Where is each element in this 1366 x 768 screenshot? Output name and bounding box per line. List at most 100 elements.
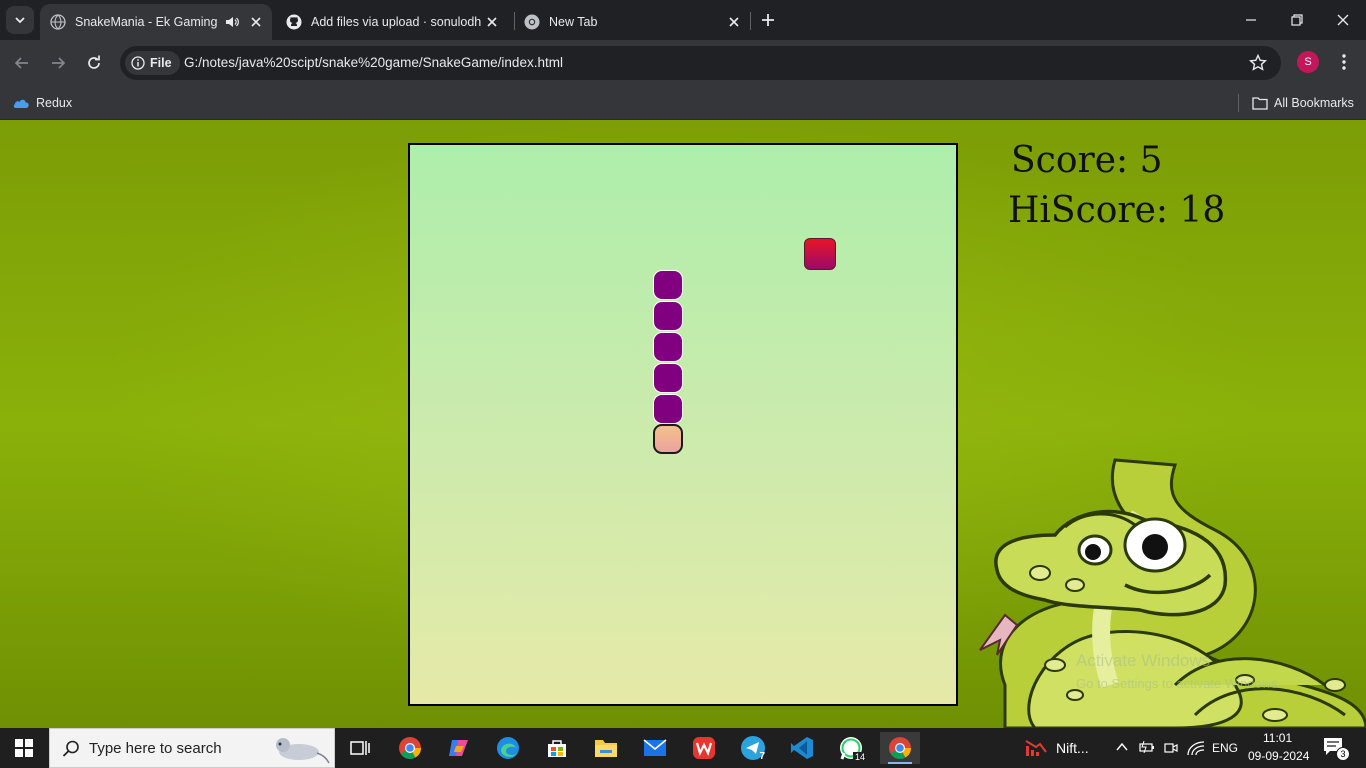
snake-body-segment [653, 270, 683, 300]
tab-search-button[interactable] [6, 6, 34, 34]
restore-button[interactable] [1274, 0, 1320, 40]
restore-icon [1291, 14, 1303, 26]
taskbar-mail[interactable] [635, 732, 675, 764]
github-icon [286, 14, 302, 30]
profile-initial: S [1304, 56, 1312, 68]
taskbar-search-box[interactable]: Type here to search [49, 728, 335, 768]
chrome-icon [399, 737, 421, 759]
stock-label: Nift... [1056, 740, 1089, 756]
show-hidden-icons-icon[interactable] [1116, 742, 1128, 752]
info-icon [131, 56, 145, 70]
bookmark-star-icon[interactable] [1249, 54, 1267, 72]
wps-office-icon [693, 737, 715, 759]
address-bar[interactable]: File G:/notes/java%20scipt/snake%20game/… [120, 46, 1281, 80]
tab-new-tab[interactable]: New Tab [514, 4, 750, 40]
new-tab-button[interactable] [757, 9, 779, 31]
site-chip-label: File [150, 56, 172, 70]
reload-button[interactable] [80, 49, 108, 77]
arrow-right-icon [52, 57, 66, 69]
taskbar-chrome-active[interactable] [880, 732, 920, 764]
score-display: Score: 5 [1011, 140, 1163, 181]
snake-food [804, 238, 836, 270]
arrow-left-icon [14, 57, 28, 69]
all-bookmarks-label: All Bookmarks [1274, 96, 1354, 110]
tab-title: Add files via upload · sonulodhi [311, 15, 482, 29]
activate-windows-subtitle: Go to Settings to activate Windows. [1076, 676, 1282, 691]
clock-time[interactable]: 11:01 [1263, 731, 1292, 745]
taskbar-edge[interactable] [488, 732, 528, 764]
site-info-chip[interactable]: File [125, 51, 180, 75]
close-window-button[interactable] [1320, 0, 1366, 40]
chevron-down-icon [15, 17, 25, 24]
language-indicator[interactable]: ENG [1212, 741, 1238, 755]
taskbar-copilot[interactable] [439, 732, 479, 764]
taskbar-wps-office[interactable] [684, 732, 724, 764]
bookmark-redux[interactable]: Redux [12, 92, 72, 114]
back-button[interactable] [8, 49, 36, 77]
notification-center-button[interactable]: 3 [1322, 736, 1350, 763]
taskbar-chrome[interactable] [390, 732, 430, 764]
bookmarks-bar: Redux All Bookmarks [0, 86, 1366, 120]
plus-icon [762, 14, 774, 26]
browser-menu-button[interactable] [1334, 51, 1354, 73]
clock-date[interactable]: 09-09-2024 [1248, 749, 1309, 763]
tab-github-upload[interactable]: Add files via upload · sonulodhi [276, 4, 508, 40]
task-view-icon [350, 741, 370, 755]
tab-snakemania[interactable]: SnakeMania - Ek Gaming Ka [40, 4, 272, 40]
forward-button[interactable] [44, 49, 72, 77]
bookmark-label: Redux [36, 96, 73, 110]
meet-now-icon[interactable] [1164, 740, 1178, 756]
close-icon [1337, 14, 1349, 26]
wifi-icon[interactable] [1187, 740, 1205, 756]
bookmarks-separator [1238, 94, 1239, 112]
search-placeholder: Type here to search [89, 740, 222, 757]
copilot-icon [449, 740, 468, 756]
mail-icon [643, 739, 667, 756]
task-view-button[interactable] [340, 732, 380, 764]
snake-body-segment [653, 301, 683, 331]
windows-logo-icon [15, 739, 33, 757]
tab-separator [750, 12, 751, 30]
taskbar-vscode[interactable] [782, 732, 822, 764]
taskbar-telegram[interactable]: 7 [733, 732, 773, 764]
stock-down-icon [1025, 740, 1047, 756]
profile-avatar[interactable]: S [1297, 51, 1319, 73]
folder-icon [595, 740, 617, 757]
game-page: Score: 5 HiScore: 18 Activate Windows Go… [0, 120, 1366, 728]
chrome-icon [889, 737, 911, 759]
reload-icon [88, 55, 100, 69]
snake-body-segment [653, 332, 683, 362]
battery-icon[interactable] [1139, 740, 1155, 754]
game-board[interactable] [408, 143, 958, 706]
snake-body-segment [653, 363, 683, 393]
globe-icon [50, 14, 66, 30]
taskbar-store[interactable] [537, 732, 577, 764]
close-tab-icon[interactable] [724, 12, 744, 32]
stock-widget[interactable]: Nift... [1024, 738, 1089, 758]
vscode-icon [791, 737, 813, 759]
minimize-icon [1246, 19, 1256, 21]
activate-windows-title: Activate Windows [1076, 651, 1211, 670]
browser-toolbar: File G:/notes/java%20scipt/snake%20game/… [0, 40, 1366, 86]
taskbar-whatsapp[interactable]: 14 [831, 732, 871, 764]
url-text[interactable]: G:/notes/java%20scipt/snake%20game/Snake… [184, 46, 563, 80]
windows-taskbar: Type here to search 7 14 Nift... ENG 11:… [0, 728, 1366, 768]
tab-title: New Tab [549, 15, 598, 29]
close-tab-icon[interactable] [246, 12, 266, 32]
onedrive-cloud-icon [13, 99, 29, 108]
taskbar-file-explorer[interactable] [586, 732, 626, 764]
speaker-icon[interactable] [224, 14, 240, 30]
snake-body-segment [653, 394, 683, 424]
search-highlight-mouse-icon [276, 738, 330, 764]
chrome-icon [524, 14, 540, 30]
close-tab-icon[interactable] [482, 12, 502, 32]
snake-head [653, 424, 683, 454]
start-button[interactable] [0, 728, 48, 768]
minimize-button[interactable] [1228, 0, 1274, 40]
edge-icon [497, 737, 519, 759]
active-app-indicator [888, 762, 912, 764]
all-bookmarks-button[interactable]: All Bookmarks [1252, 92, 1354, 114]
more-vert-icon [1342, 54, 1346, 70]
folder-icon [1252, 97, 1268, 110]
tab-title: SnakeMania - Ek Gaming Ka [75, 15, 220, 29]
